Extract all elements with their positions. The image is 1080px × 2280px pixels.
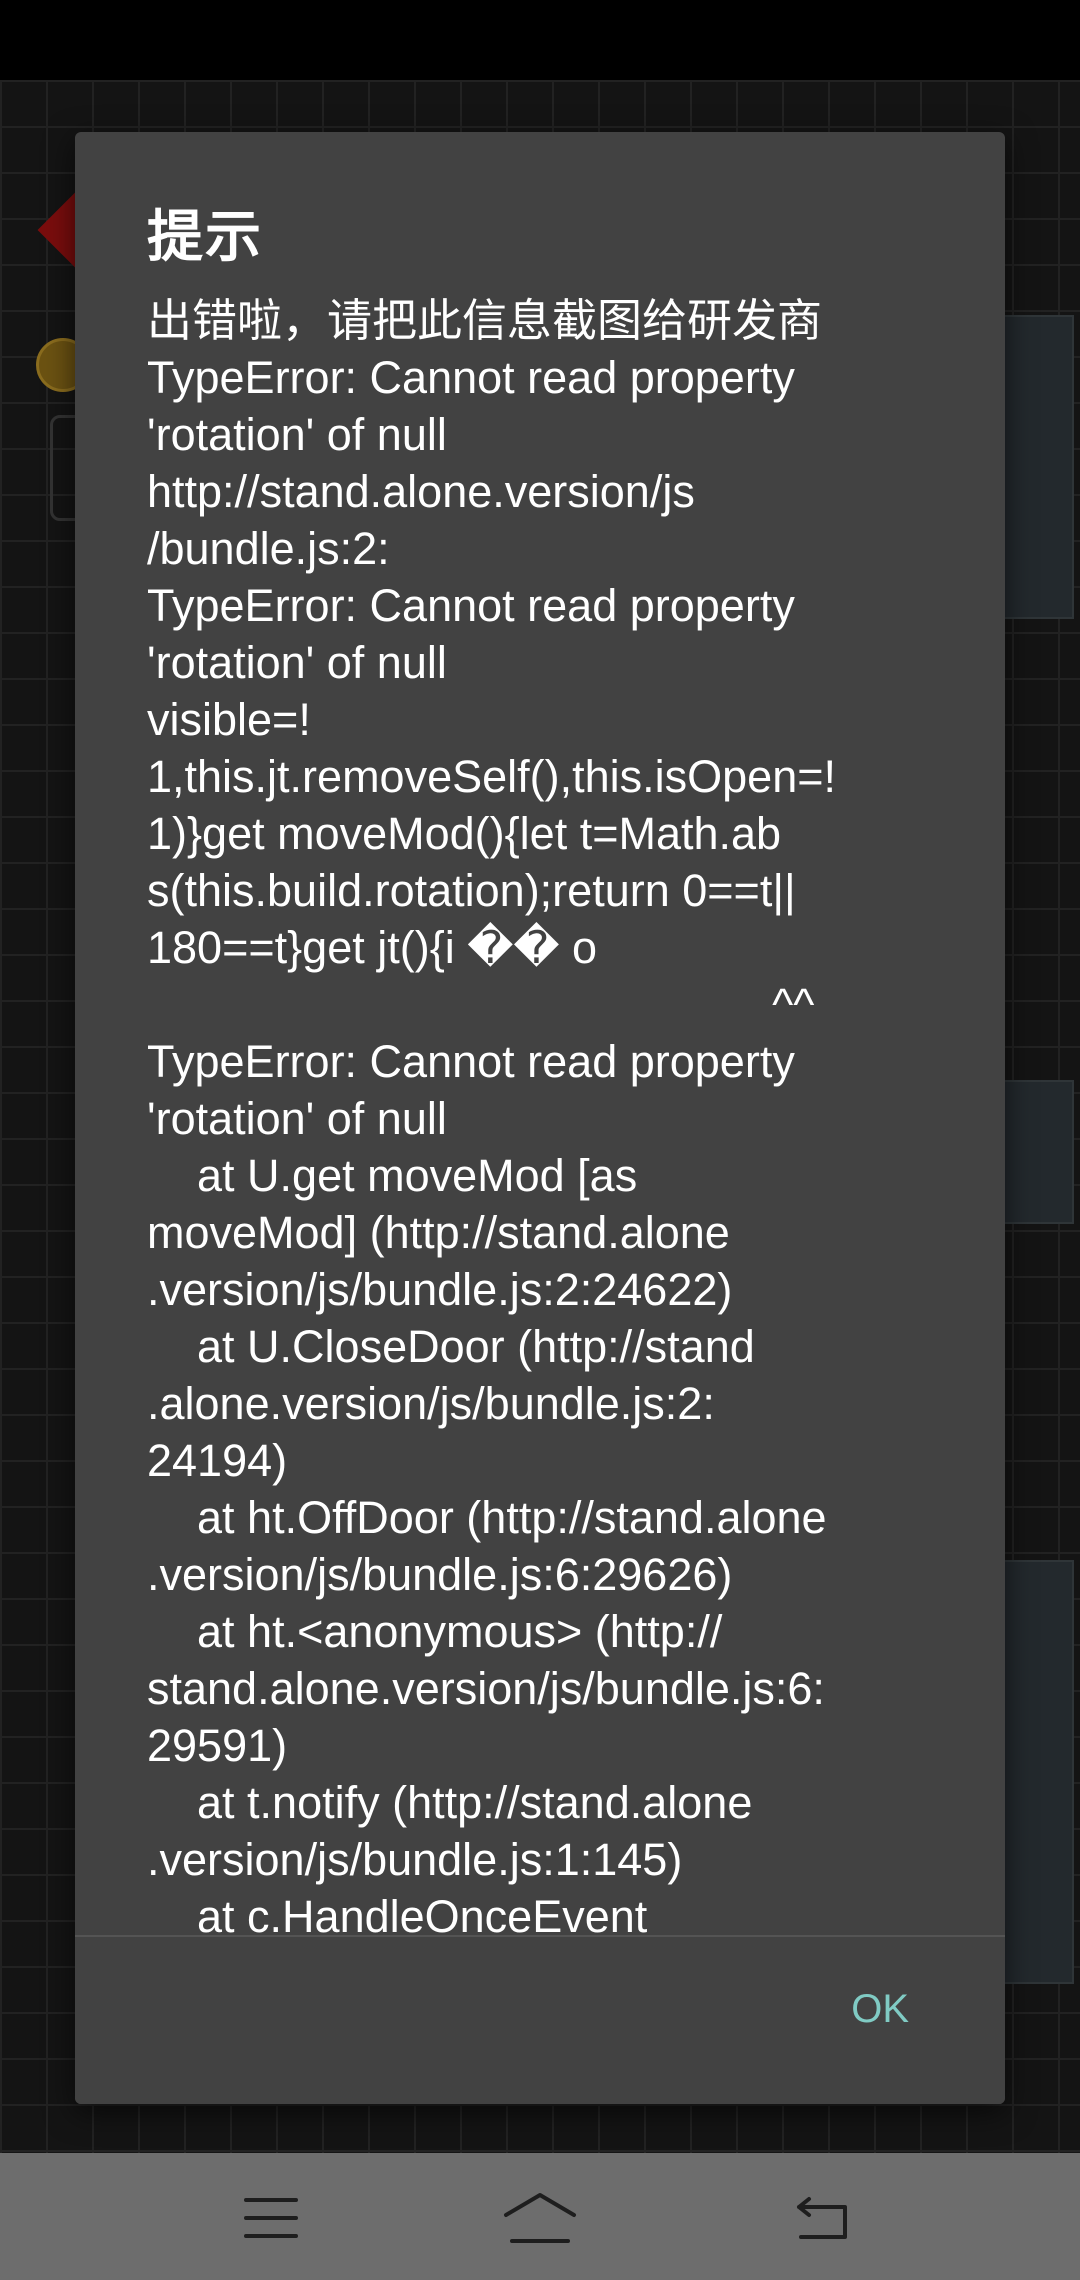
dialog-scroll-area[interactable]: 出错啦，请把此信息截图给研发商 TypeError: Cannot read p… [147,292,967,2067]
dialog-footer: OK [75,1937,1005,2104]
menu-button[interactable] [226,2173,316,2263]
back-button[interactable] [778,2173,868,2263]
back-icon [797,2197,847,2239]
error-dialog: 提示 出错啦，请把此信息截图给研发商 TypeError: Cannot rea… [75,132,1005,2104]
dialog-title: 提示 [147,205,263,270]
game-side-panel [1000,1560,1074,1984]
home-button[interactable] [495,2173,585,2263]
error-message: 出错啦，请把此信息截图给研发商 TypeError: Cannot read p… [147,295,837,1942]
ok-button[interactable]: OK [835,1977,925,2042]
navigation-bar [0,2153,1080,2280]
menu-icon [244,2198,298,2238]
game-side-panel [1000,1080,1074,1224]
game-side-panel [1000,315,1074,619]
home-icon [504,2193,576,2243]
